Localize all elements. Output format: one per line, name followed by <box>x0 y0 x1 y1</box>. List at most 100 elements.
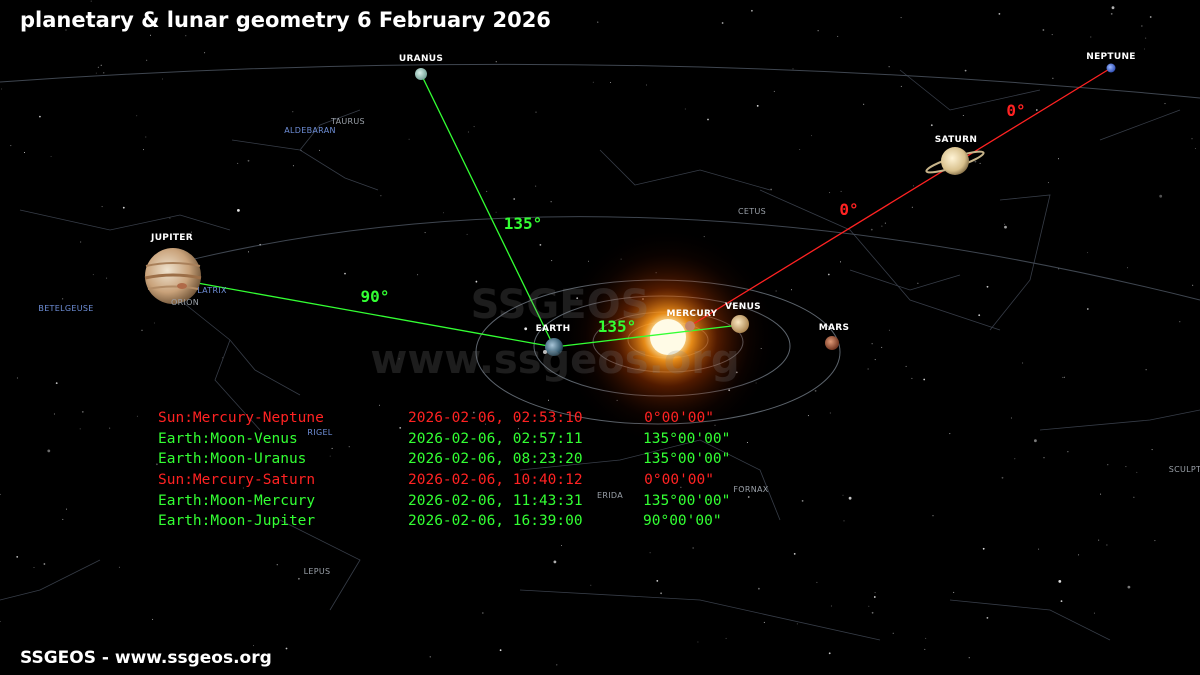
aspect-line-mercury-neptune <box>689 67 1112 327</box>
background-star <box>1125 466 1127 468</box>
background-star <box>1149 16 1152 18</box>
background-star <box>145 136 147 138</box>
background-star <box>801 500 804 502</box>
background-star <box>817 30 819 32</box>
background-star <box>1042 29 1045 31</box>
background-star <box>100 64 102 66</box>
background-star <box>829 192 831 194</box>
background-star <box>968 657 970 659</box>
background-star <box>1154 540 1156 542</box>
background-star <box>62 518 64 520</box>
background-star <box>146 59 148 61</box>
background-star <box>1192 284 1194 286</box>
uranus <box>415 68 427 80</box>
background-star <box>1194 148 1196 149</box>
background-star <box>848 496 852 500</box>
background-star <box>101 206 103 208</box>
background-star <box>1043 457 1045 459</box>
background-star <box>0 493 1 495</box>
event-row: Sun:Mercury-Neptune 2026-02-06, 02:53:10 0… <box>158 408 714 429</box>
background-star <box>756 105 759 107</box>
background-star <box>911 377 913 379</box>
background-star <box>917 282 919 284</box>
background-star <box>924 648 926 650</box>
background-star <box>868 605 870 607</box>
background-star <box>873 596 876 598</box>
background-star <box>1093 612 1095 614</box>
background-star <box>1141 25 1143 27</box>
background-star <box>92 274 94 276</box>
background-star <box>43 563 46 565</box>
background-star <box>24 152 25 153</box>
background-star <box>649 552 651 554</box>
background-star <box>881 225 883 227</box>
background-star <box>827 273 830 276</box>
background-star <box>1144 48 1145 50</box>
background-star <box>55 382 58 384</box>
background-star <box>796 623 798 625</box>
background-star <box>840 261 841 263</box>
background-star <box>1151 449 1153 451</box>
background-star <box>871 611 874 614</box>
background-star <box>843 520 845 522</box>
background-star <box>721 22 724 24</box>
background-star <box>1051 34 1053 36</box>
background-star <box>1110 13 1113 15</box>
background-star <box>697 641 699 643</box>
angle-label-mercury-neptune: 0° <box>1006 101 1026 120</box>
angle-label-earth-mercury: 135° <box>597 317 637 336</box>
background-star <box>237 209 240 212</box>
background-star <box>1100 493 1102 495</box>
background-star <box>888 66 890 68</box>
background-star <box>590 584 592 586</box>
background-star <box>495 61 497 63</box>
background-star <box>982 547 985 550</box>
event-row: Earth:Moon-Jupiter 2026-02-06, 16:39:00 90… <box>158 511 722 532</box>
background-star <box>344 272 346 275</box>
alignment-event-list: Sun:Mercury-Neptune 2026-02-06, 02:53:10 0… <box>158 408 730 532</box>
background-star <box>1179 321 1181 323</box>
background-star <box>276 564 278 566</box>
background-star <box>548 399 549 401</box>
background-star <box>884 222 886 224</box>
label-neptune: NEPTUNE <box>1086 52 1136 62</box>
background-star <box>816 581 818 583</box>
background-star <box>150 34 151 36</box>
background-star <box>136 115 138 117</box>
label-mercury: MERCURY <box>666 309 718 319</box>
background-star <box>499 649 502 652</box>
event-name: Earth:Moon-Jupiter <box>158 513 316 530</box>
background-star <box>319 149 320 151</box>
watermark-url: www.ssgeos.org <box>370 337 740 383</box>
background-star <box>1127 267 1128 269</box>
background-star <box>535 185 537 187</box>
background-star <box>746 442 748 443</box>
background-star <box>136 415 138 417</box>
background-star <box>1058 158 1059 160</box>
background-star <box>539 244 542 246</box>
label-aldebaran: ALDEBARAN <box>284 126 336 135</box>
background-star <box>298 577 300 580</box>
event-datetime: 2026-02-06, 02:57:11 <box>408 430 583 447</box>
background-star <box>1004 225 1007 229</box>
background-star <box>974 160 977 163</box>
background-star <box>380 195 382 197</box>
background-star <box>874 359 876 361</box>
angle-label-earth-jupiter: 90° <box>360 287 390 306</box>
event-row: Earth:Moon-Uranus 2026-02-06, 08:23:20 135… <box>158 449 730 470</box>
background-star <box>840 190 842 192</box>
label-lepus: LEPUS <box>303 567 331 576</box>
background-star <box>986 285 989 288</box>
background-star <box>773 90 775 92</box>
event-angle: 0°00'00" <box>644 472 714 489</box>
event-datetime: 2026-02-06, 11:43:31 <box>408 492 583 509</box>
background-star <box>553 560 557 564</box>
background-star <box>79 428 81 430</box>
background-star <box>1078 554 1080 556</box>
event-name: Earth:Moon-Uranus <box>158 451 307 468</box>
label-cetus: CETUS <box>738 207 766 216</box>
background-star <box>900 85 902 87</box>
background-star <box>870 228 873 231</box>
background-star <box>292 111 294 113</box>
background-star <box>103 72 105 74</box>
